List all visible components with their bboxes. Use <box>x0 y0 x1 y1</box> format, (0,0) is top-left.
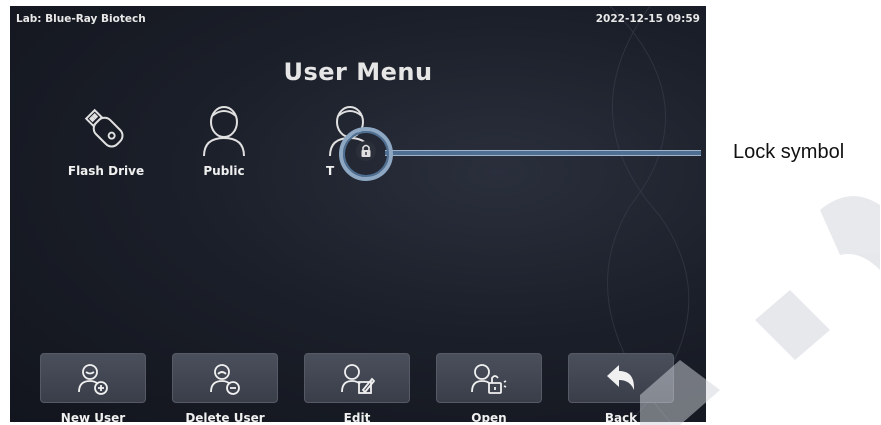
add-user-icon <box>78 364 108 395</box>
user-item-public[interactable]: Public <box>174 100 274 178</box>
button-label: New User <box>60 411 126 422</box>
remove-user-icon <box>210 364 240 395</box>
usb-drive-icon <box>84 108 124 148</box>
user-item-flash-drive[interactable]: Flash Drive <box>56 100 156 178</box>
user-label: Public <box>203 164 245 178</box>
edit-user-icon <box>341 364 375 394</box>
lock-icon <box>356 141 376 161</box>
callout-label: Lock symbol <box>733 141 845 163</box>
unlock-user-icon <box>471 364 507 394</box>
button-label: Open <box>471 411 507 422</box>
lab-name: Lab: Blue-Ray Biotech <box>16 13 146 25</box>
callout-line <box>385 150 701 156</box>
button-label: Edit <box>343 411 371 422</box>
button-label: Back <box>604 411 638 422</box>
back-button[interactable]: Back <box>568 353 674 422</box>
button-label: Delete User <box>185 411 265 422</box>
user-icon <box>203 106 245 157</box>
device-screen: Lab: Blue-Ray Biotech 2022-12-15 09:59 U… <box>10 6 706 422</box>
delete-user-button[interactable]: Delete User <box>172 353 278 422</box>
page-title: User Menu <box>283 58 433 86</box>
open-button[interactable]: Open <box>436 353 542 422</box>
user-label: Flash Drive <box>67 164 145 178</box>
back-arrow-icon <box>607 365 635 390</box>
datetime: 2022-12-15 09:59 <box>595 13 700 25</box>
edit-button[interactable]: Edit <box>304 353 410 422</box>
new-user-button[interactable]: New User <box>40 353 146 422</box>
